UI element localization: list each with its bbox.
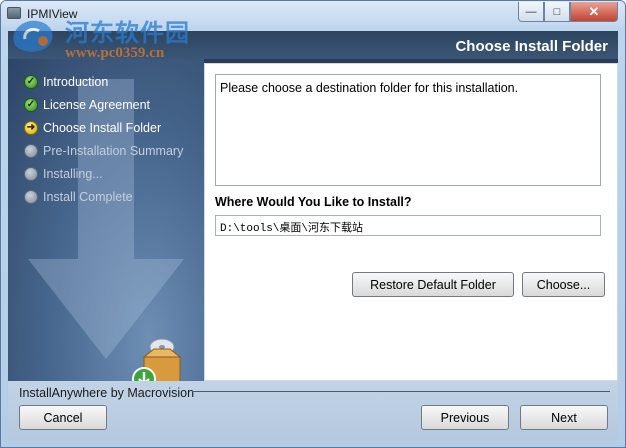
watermark-text: 河东软件园 (65, 19, 190, 47)
pending-dot-icon (24, 144, 38, 158)
maximize-button[interactable]: □ (544, 2, 570, 22)
install-location-label: Where Would You Like to Install? (215, 195, 412, 209)
step-pre-installation-summary: Pre-Installation Summary (24, 142, 183, 160)
step-label: Pre-Installation Summary (43, 144, 184, 158)
step-label: Introduction (43, 75, 109, 89)
footer-divider (192, 391, 610, 392)
steps-sidebar: ✓ Introduction ✓ License Agreement ➜ Cho… (8, 59, 204, 381)
description-text: Please choose a destination folder for t… (220, 81, 519, 95)
previous-button[interactable]: Previous (421, 405, 509, 430)
step-installing: Installing... (24, 165, 103, 183)
choose-folder-button[interactable]: Choose... (522, 272, 605, 297)
step-label: License Agreement (43, 98, 151, 112)
footer: InstallAnywhere by Macrovision Cancel Pr… (8, 381, 618, 441)
brand-label: InstallAnywhere by Macrovision (19, 386, 195, 400)
installer-body: Choose Install Folder ✓ Introduction ✓ L… (8, 31, 618, 441)
page-title: Choose Install Folder (455, 38, 608, 55)
step-introduction: ✓ Introduction (24, 73, 108, 91)
watermark-logo-icon (13, 20, 53, 52)
installer-window: IPMIView — □ ✕ Choose Install Folder ✓ I… (0, 0, 626, 448)
description-box: Please choose a destination folder for t… (215, 74, 601, 186)
pending-dot-icon (24, 190, 38, 204)
step-label: Install Complete (43, 190, 133, 204)
checkmark-icon: ✓ (24, 98, 38, 112)
next-button[interactable]: Next (520, 405, 608, 430)
watermark-url: www.pc0359.cn (65, 45, 165, 61)
package-box-icon (132, 338, 182, 381)
step-install-complete: Install Complete (24, 188, 133, 206)
restore-default-folder-button[interactable]: Restore Default Folder (352, 272, 514, 297)
cancel-button[interactable]: Cancel (19, 405, 107, 430)
step-license-agreement: ✓ License Agreement (24, 96, 150, 114)
step-label: Choose Install Folder (43, 121, 162, 135)
install-path-field[interactable]: D:\tools\桌面\河东下载站 (215, 215, 601, 236)
checkmark-icon: ✓ (24, 75, 38, 89)
minimize-button[interactable]: — (518, 2, 544, 22)
step-choose-install-folder: ➜ Choose Install Folder (24, 119, 161, 137)
close-button[interactable]: ✕ (570, 2, 618, 22)
pending-dot-icon (24, 167, 38, 181)
current-arrow-icon: ➜ (24, 121, 38, 135)
content-panel: Please choose a destination folder for t… (204, 63, 618, 381)
step-label: Installing... (43, 167, 103, 181)
